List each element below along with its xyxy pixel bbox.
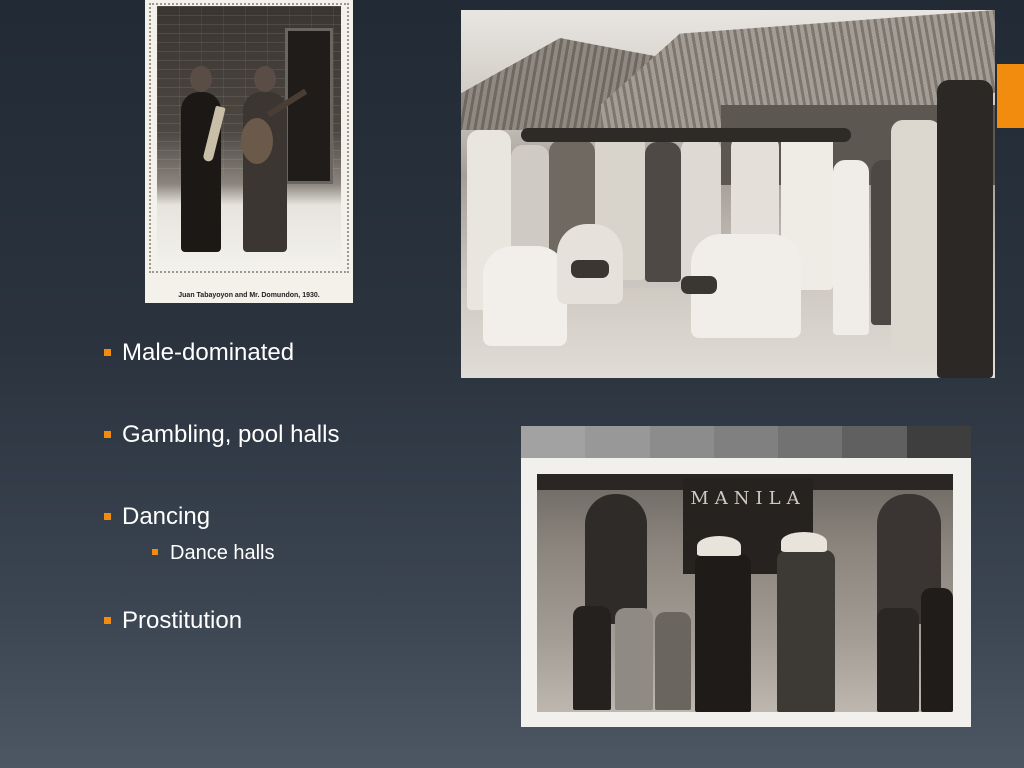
bullet-item: Dancing Dance halls	[104, 500, 444, 568]
bullet-text: Gambling, pool halls	[122, 421, 340, 448]
square-bullet-icon	[104, 513, 111, 520]
guitarist-figure	[243, 92, 287, 252]
guitar	[241, 118, 273, 164]
bullet-text: Dancing	[122, 503, 211, 530]
portrait-image	[157, 6, 341, 268]
poolhall-image: MANILA	[537, 474, 953, 712]
rooster	[571, 260, 609, 278]
bullet-item: Male-dominated	[104, 336, 444, 370]
sub-bullet-item: Dance halls	[152, 538, 444, 568]
man-in-white-hat	[777, 550, 835, 712]
orange-accent-bar	[997, 64, 1024, 128]
man-in-white-hat	[695, 554, 751, 712]
manila-poolhall-photo: MANILA	[521, 426, 971, 727]
square-bullet-icon	[104, 431, 111, 438]
bullet-text: Male-dominated	[122, 339, 295, 366]
rooster	[681, 276, 717, 294]
village-cockfight-photo	[461, 10, 995, 378]
square-bullet-icon	[104, 617, 111, 624]
bullet-item: Gambling, pool halls	[104, 418, 444, 452]
color-calibration-strip	[521, 426, 971, 458]
bullet-text: Prostitution	[122, 607, 243, 634]
square-bullet-icon	[104, 349, 111, 356]
musicians-portrait-photo: Juan Tabayoyon and Mr. Domundon, 1930.	[145, 0, 353, 303]
portrait-caption: Juan Tabayoyon and Mr. Domundon, 1930.	[178, 292, 320, 299]
bullet-list: Male-dominated Gambling, pool halls Danc…	[104, 336, 444, 638]
poolhall-sign: MANILA	[690, 488, 806, 509]
square-bullet-icon	[152, 549, 158, 555]
bullet-item: Prostitution	[104, 604, 444, 638]
sub-bullet-text: Dance halls	[170, 542, 275, 564]
